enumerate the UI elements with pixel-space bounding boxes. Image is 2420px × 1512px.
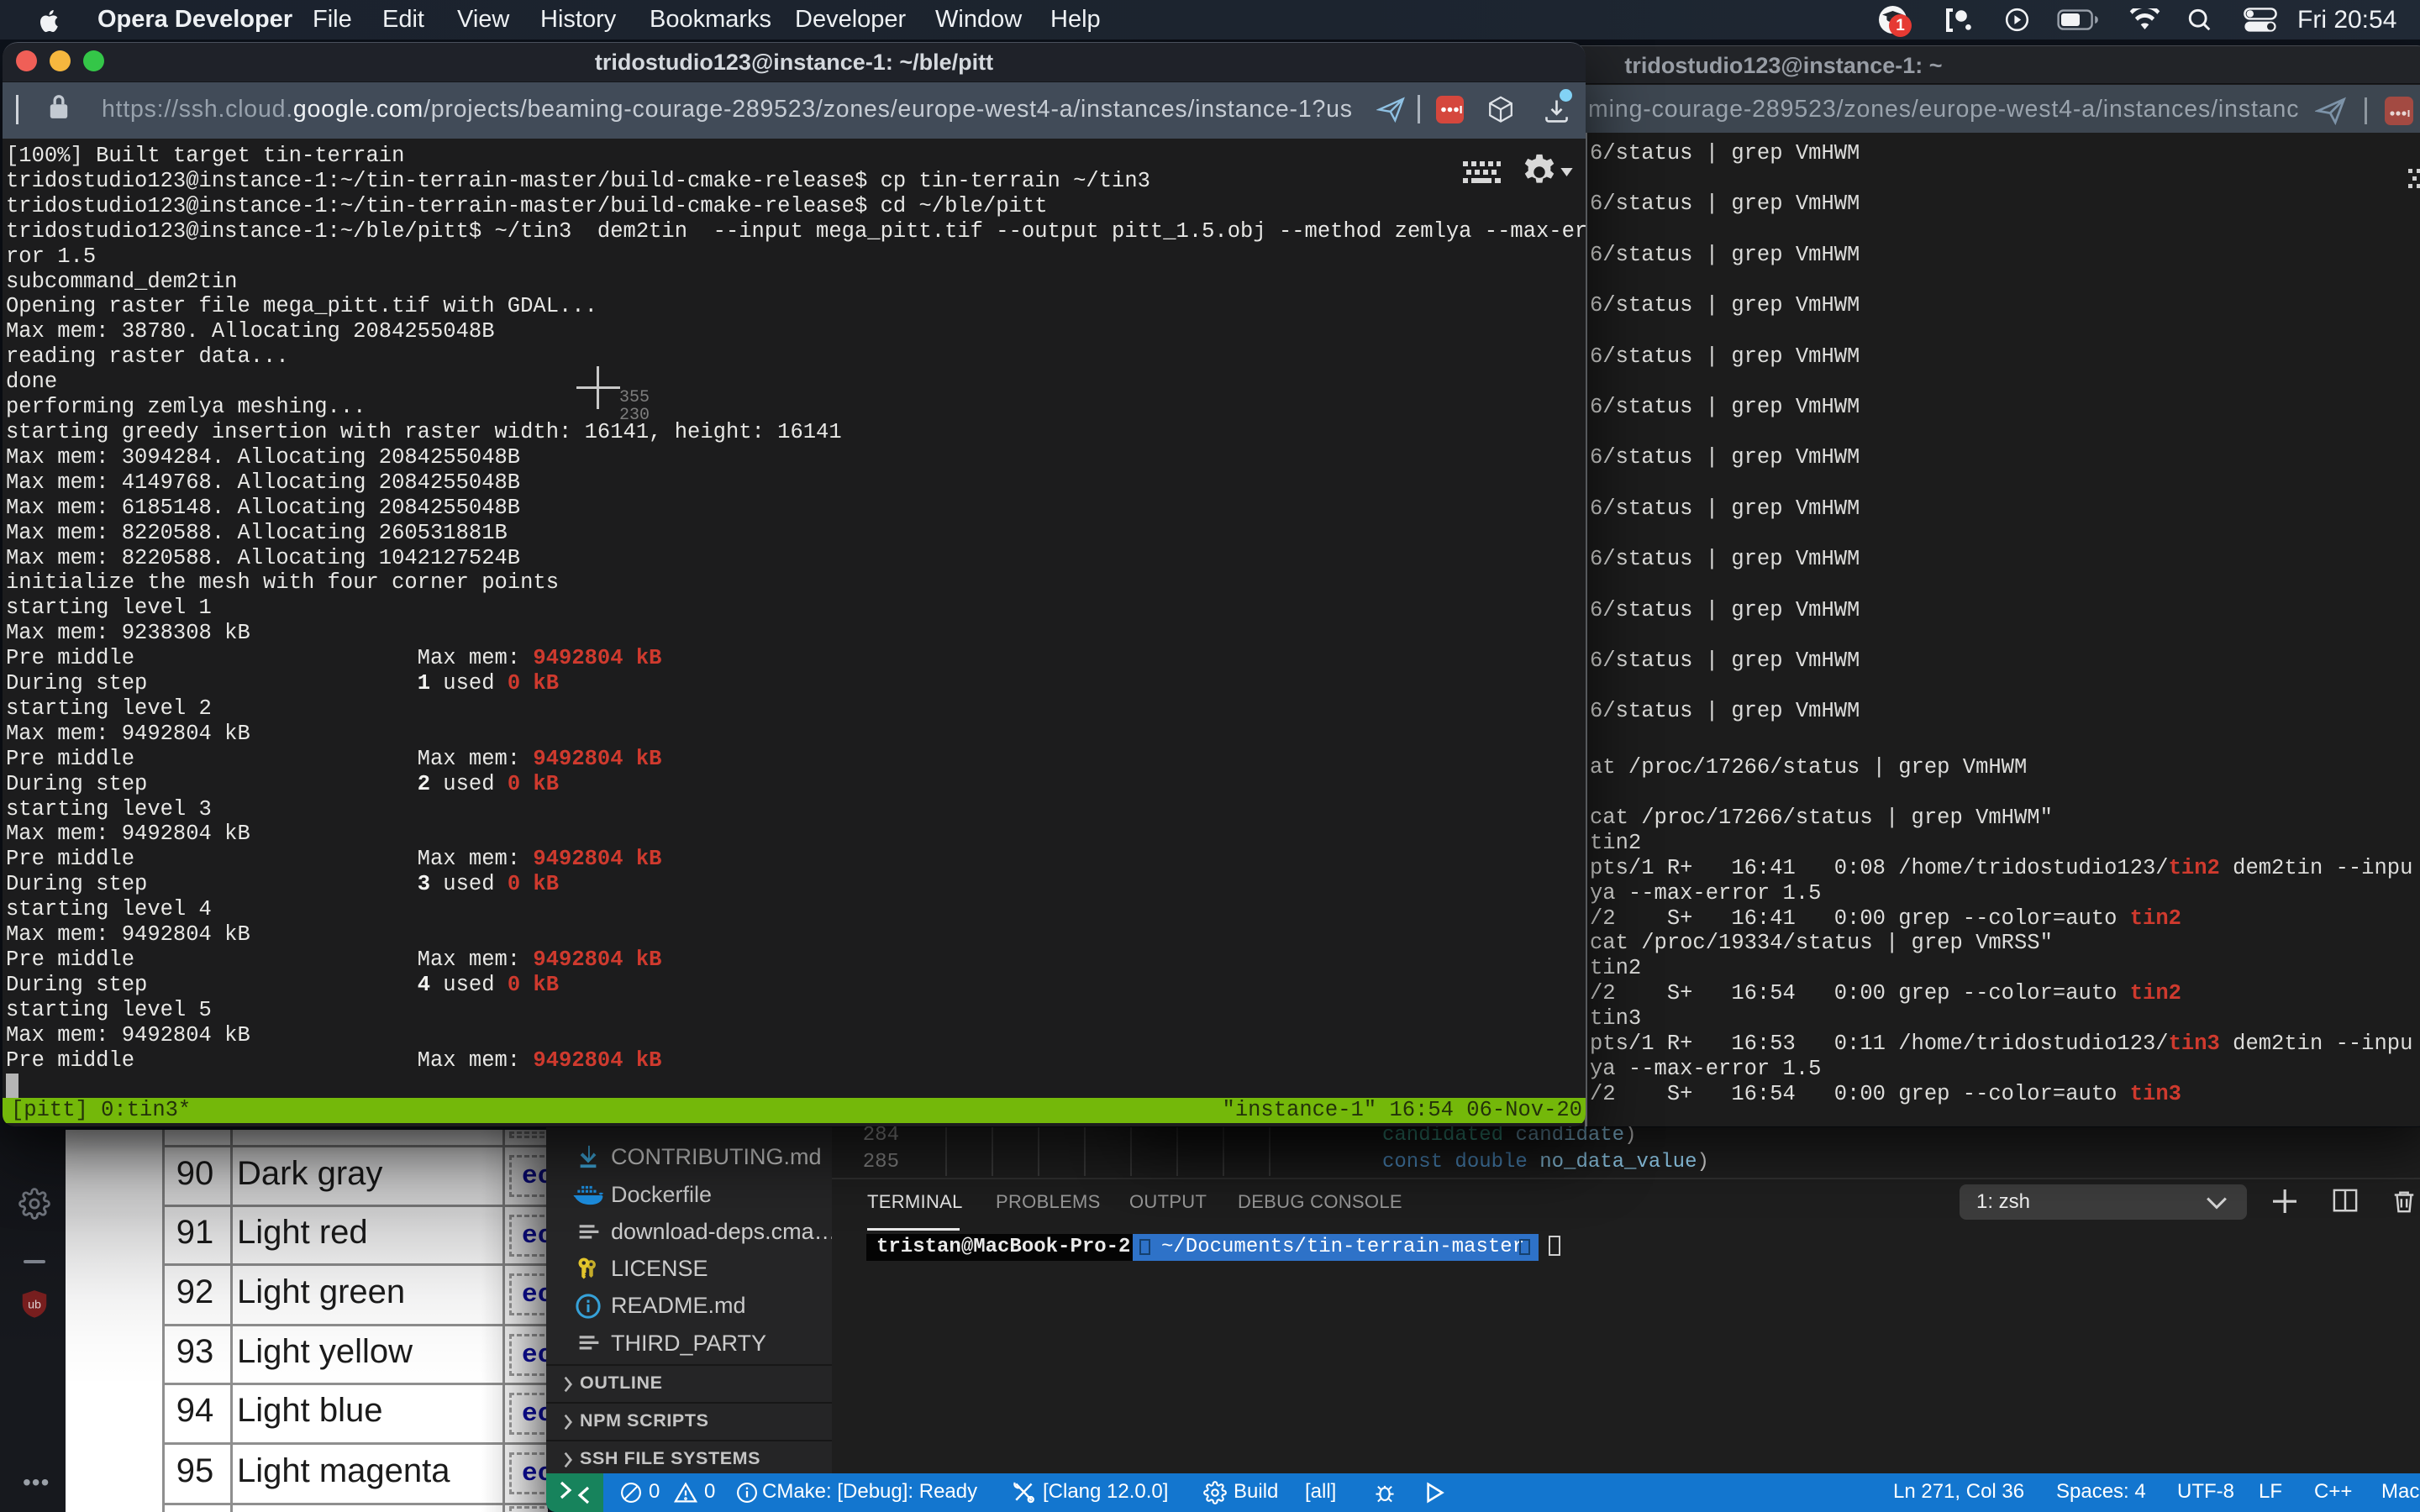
svg-text:ub: ub xyxy=(28,1299,41,1312)
